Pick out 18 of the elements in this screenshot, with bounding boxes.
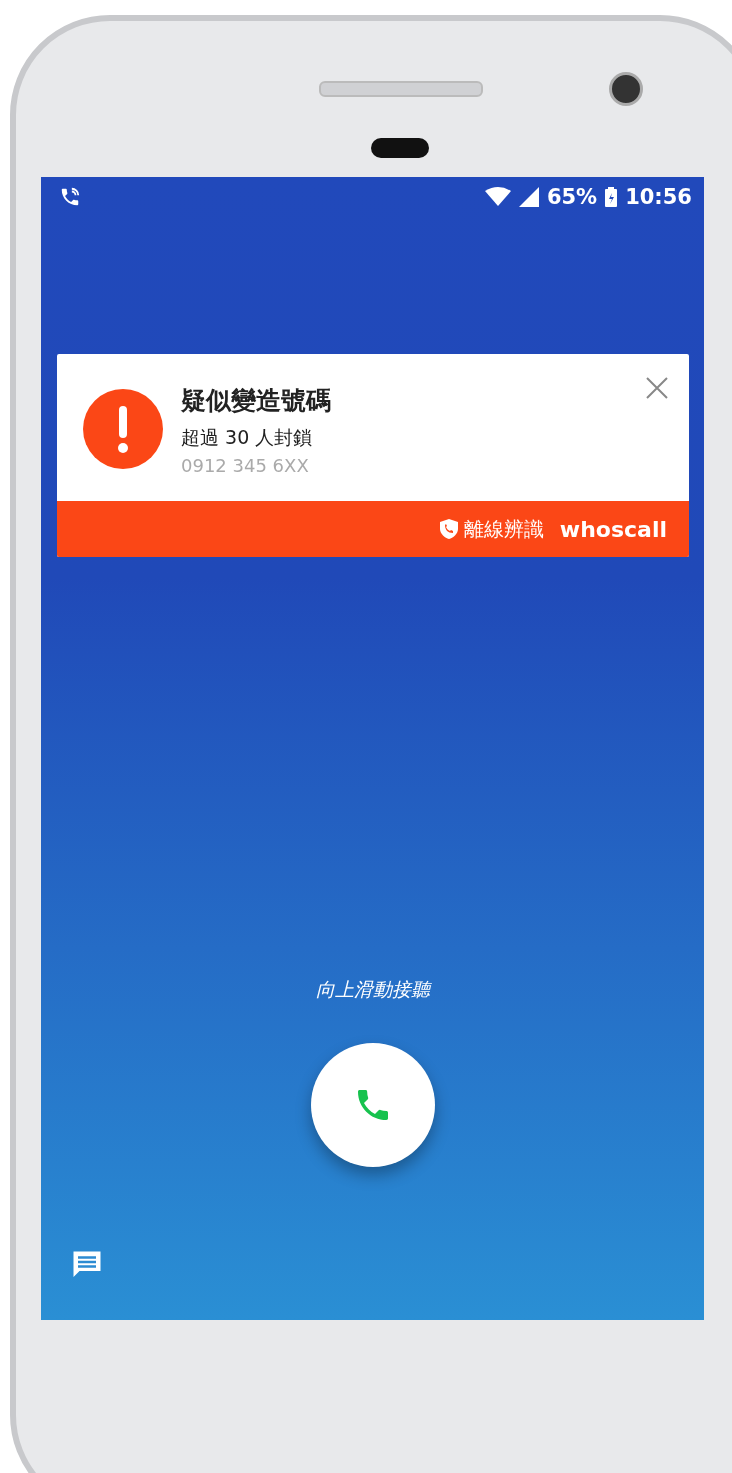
earpiece [371, 138, 429, 158]
battery-percent: 65% [546, 185, 598, 209]
swipe-up-hint: 向上滑動接聽 [315, 977, 430, 1002]
offline-id-label: 離線辨識 [463, 515, 544, 543]
phone-call-icon [59, 186, 81, 208]
shield-phone-icon [439, 519, 458, 539]
brand-logo-text: whoscall [559, 516, 667, 542]
answer-button[interactable] [310, 1043, 435, 1167]
close-icon[interactable] [645, 376, 669, 400]
clock-time: 10:56 [625, 185, 692, 209]
caller-warning-title: 疑似變造號碼 [181, 385, 332, 417]
block-count-text: 超過 30 人封鎖 [181, 425, 314, 450]
battery-icon [605, 187, 618, 207]
signal-icon [518, 187, 539, 207]
phone-number: 0912 345 6XX [181, 455, 310, 476]
wifi-icon [484, 187, 511, 207]
warning-icon [83, 389, 163, 469]
camera-lens [609, 72, 643, 106]
